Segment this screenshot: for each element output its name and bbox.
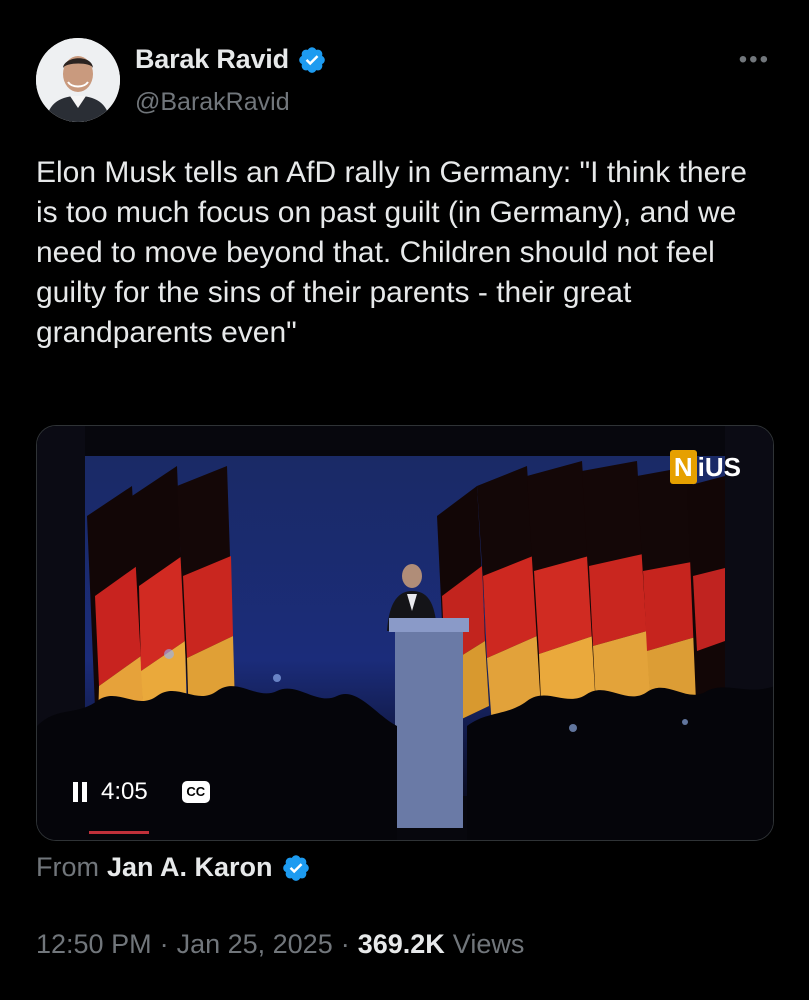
more-horizontal-icon[interactable]: •••: [739, 48, 770, 72]
meta-separator: ·: [159, 929, 169, 959]
author-handle[interactable]: @BarakRavid: [135, 88, 290, 117]
video-ticker-bar: [89, 831, 149, 834]
tweet-meta: 12:50 PM · Jan 25, 2025 · 369.2K Views: [36, 929, 524, 960]
verified-badge-icon[interactable]: [281, 853, 311, 883]
author-display-name[interactable]: Barak Ravid: [135, 44, 289, 75]
avatar-image: [36, 38, 120, 122]
views-count: 369.2K: [357, 929, 445, 959]
tweet-text: Elon Musk tells an AfD rally in Germany:…: [36, 156, 747, 349]
source-author-name[interactable]: Jan A. Karon: [107, 852, 273, 883]
views-label: Views: [452, 929, 525, 959]
author-avatar[interactable]: [36, 38, 120, 122]
video-controls: 4:05 CC: [73, 778, 210, 806]
watermark-n: N: [669, 450, 697, 484]
meta-separator: ·: [340, 929, 350, 959]
verified-badge-icon[interactable]: [297, 45, 327, 75]
tweet-time[interactable]: 12:50 PM: [36, 929, 152, 960]
tweet-date[interactable]: Jan 25, 2025: [177, 929, 333, 960]
video-time: 4:05: [101, 778, 148, 805]
from-prefix: From: [36, 852, 99, 882]
video-source-attribution: From Jan A. Karon: [36, 852, 311, 883]
pause-icon[interactable]: [73, 782, 87, 802]
video-player[interactable]: N iUS 4:05 CC: [36, 425, 774, 841]
watermark-rest: iUS: [697, 451, 741, 482]
closed-captions-button[interactable]: CC: [181, 781, 210, 803]
author-name-row: Barak Ravid: [135, 44, 327, 75]
nius-watermark-logo: N iUS: [669, 450, 741, 484]
tweet-header: Barak Ravid @BarakRavid •••: [36, 38, 776, 126]
